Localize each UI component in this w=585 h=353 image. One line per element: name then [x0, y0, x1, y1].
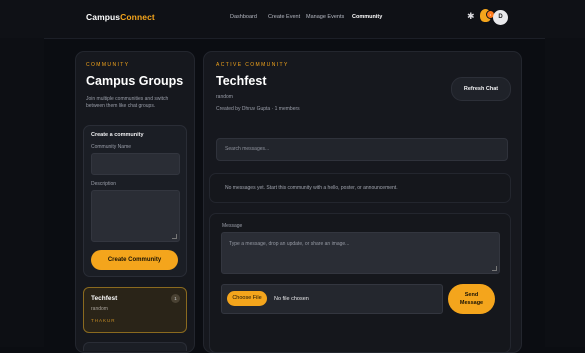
- file-picker[interactable]: Choose File No file chosen: [221, 284, 443, 314]
- messages-area: No messages yet. Start this community wi…: [209, 173, 511, 203]
- file-status-text: No file chosen: [274, 296, 309, 302]
- sun-icon[interactable]: ✱: [467, 12, 475, 21]
- sidebar-eyebrow: COMMUNITY: [86, 62, 130, 68]
- nav-manage-events[interactable]: Manage Events: [306, 14, 344, 20]
- message-textarea[interactable]: Type a message, drop an update, or share…: [221, 232, 500, 274]
- page-gutter-right: [545, 38, 585, 347]
- send-message-button[interactable]: Send Message: [448, 284, 495, 314]
- nav-community[interactable]: Community: [352, 14, 382, 20]
- description-label: Description: [91, 181, 117, 187]
- page-gutter-left: [0, 38, 44, 347]
- refresh-chat-button[interactable]: Refresh Chat: [451, 77, 511, 101]
- empty-messages-text: No messages yet. Start this community wi…: [225, 185, 398, 191]
- nav-create-event[interactable]: Create Event: [268, 14, 300, 20]
- main-panel: ACTIVE COMMUNITY Techfest random Created…: [203, 51, 522, 353]
- brand-name-part2: Connect: [120, 12, 155, 22]
- brand-logo[interactable]: CampusConnect: [86, 12, 155, 22]
- send-button-line2: Message: [459, 300, 484, 306]
- resize-handle-icon[interactable]: [492, 266, 497, 271]
- member-count-badge: 1: [171, 294, 180, 303]
- community-item-name: Techfest: [91, 295, 118, 302]
- community-item-description: random: [91, 306, 108, 312]
- create-community-button[interactable]: Create Community: [91, 250, 178, 270]
- brand-name-part1: Campus: [86, 12, 121, 22]
- nav-dashboard[interactable]: Dashboard: [230, 14, 257, 20]
- create-community-heading: Create a community: [91, 132, 144, 138]
- send-button-line1: Send: [464, 292, 479, 298]
- top-navbar: CampusConnect Dashboard Create Event Man…: [0, 0, 585, 39]
- sidebar-title: Campus Groups: [86, 74, 184, 88]
- page-title: Techfest: [216, 74, 267, 88]
- message-label: Message: [222, 223, 243, 229]
- resize-handle-icon[interactable]: [172, 234, 177, 239]
- list-item[interactable]: Techfest random THAKUR 1: [83, 287, 187, 333]
- sidebar-description: Join multiple communities and switch bet…: [86, 96, 169, 110]
- message-placeholder: Type a message, drop an update, or share…: [229, 241, 350, 247]
- description-textarea[interactable]: [91, 190, 180, 242]
- community-item-owner: THAKUR: [91, 318, 116, 323]
- search-input[interactable]: Search messages...: [216, 138, 508, 161]
- community-meta: Created by Dhruv Gupta · 1 members: [216, 106, 300, 112]
- sidebar-panel: COMMUNITY Campus Groups Join multiple co…: [75, 51, 195, 353]
- community-subtitle: random: [216, 94, 233, 100]
- avatar[interactable]: D: [493, 10, 508, 25]
- community-name-input[interactable]: [91, 153, 180, 175]
- community-name-label: Community Name: [91, 144, 132, 150]
- main-eyebrow: ACTIVE COMMUNITY: [216, 62, 289, 68]
- choose-file-button[interactable]: Choose File: [227, 291, 267, 306]
- composer-card: Message Type a message, drop an update, …: [209, 213, 511, 353]
- create-community-card: Create a community Community Name Descri…: [83, 125, 187, 277]
- search-placeholder: Search messages...: [225, 146, 270, 152]
